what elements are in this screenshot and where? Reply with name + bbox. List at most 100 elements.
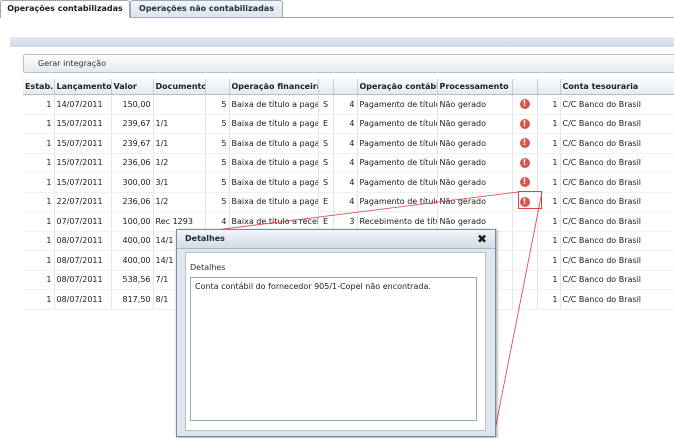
cell-conta-tesouraria: C/C Banco do Brasil	[560, 172, 674, 193]
generate-integration-button[interactable]: Gerar integração	[38, 55, 106, 72]
cell-documento: 1/1	[153, 133, 206, 154]
cell-conta-tesouraria: C/C Banco do Brasil	[560, 211, 674, 232]
cell-operacao-financeira: Baixa de título a pagar	[229, 172, 319, 193]
cell-tipo: S	[318, 94, 334, 115]
cell-conta-num: 1	[537, 172, 561, 193]
cell-processamento: Não gerado	[437, 94, 513, 115]
cell-valor: 239,67	[111, 114, 154, 134]
cell-processamento: Não gerado	[437, 172, 513, 193]
cell-lancamento: 08/07/2011	[54, 270, 112, 290]
cell-num2: 4	[333, 94, 358, 115]
cell-valor: 236,06	[111, 153, 154, 173]
column-header[interactable]	[318, 79, 334, 95]
cell-status	[512, 270, 538, 290]
cell-conta-tesouraria: C/C Banco do Brasil	[560, 270, 674, 290]
dialog-title: Detalhes	[185, 234, 225, 243]
tab-bar: Operações contabilizadas Operações não c…	[0, 0, 674, 18]
error-icon[interactable]: !	[519, 177, 530, 188]
header-band	[10, 37, 674, 47]
error-icon[interactable]: !	[519, 118, 530, 129]
cell-num: 5	[205, 172, 230, 193]
cell-conta-tesouraria: C/C Banco do Brasil	[560, 94, 674, 115]
error-icon[interactable]: !	[519, 138, 530, 149]
cell-valor: 150,00	[111, 94, 154, 115]
cell-lancamento: 15/07/2011	[54, 172, 112, 193]
cell-conta-tesouraria: C/C Banco do Brasil	[560, 289, 674, 310]
cell-status	[512, 211, 538, 232]
cell-num2: 4	[333, 153, 358, 173]
cell-estab: 1	[23, 153, 55, 173]
cell-operacao-contabil: Pagamento de títulos	[357, 114, 438, 134]
cell-status	[512, 231, 538, 251]
error-icon[interactable]: !	[519, 157, 530, 168]
cell-lancamento: 22/07/2011	[54, 192, 112, 212]
details-textarea[interactable]: Conta contábil do fornecedor 905/1-Copel…	[190, 277, 477, 421]
cell-operacao-contabil: Pagamento de títulos	[357, 133, 438, 154]
column-header[interactable]: Operação contábil	[357, 79, 438, 95]
cell-estab: 1	[23, 289, 55, 310]
dialog-titlebar[interactable]: Detalhes ✖	[177, 230, 495, 249]
cell-valor: 300,00	[111, 172, 154, 193]
table-row[interactable]: 1 15/07/2011 239,67 1/1 5 Baixa de título a p…	[23, 114, 674, 134]
cell-num2: 4	[333, 192, 358, 212]
cell-lancamento: 08/07/2011	[54, 250, 112, 271]
cell-num2: 4	[333, 172, 358, 193]
cell-valor: 100,00	[111, 211, 154, 232]
column-header[interactable]: Valor	[111, 79, 154, 95]
cell-num: 5	[205, 94, 230, 115]
cell-status: !	[512, 114, 538, 134]
cell-documento: 1/2	[153, 192, 206, 212]
tab-operacoes-contabilizadas[interactable]: Operações contabilizadas	[0, 0, 130, 18]
cell-processamento: Não gerado	[437, 114, 513, 134]
error-icon[interactable]: !	[519, 99, 530, 110]
column-header[interactable]	[333, 79, 358, 95]
cell-status: !	[512, 94, 538, 115]
cell-conta-num: 1	[537, 114, 561, 134]
cell-operacao-financeira: Baixa de título a pagar	[229, 153, 319, 173]
cell-processamento: Não gerado	[437, 192, 513, 212]
column-header[interactable]: Operação financeira	[229, 79, 319, 95]
table-row[interactable]: 1 15/07/2011 236,06 1/2 5 Baixa de título a p…	[23, 153, 674, 173]
cell-status: !	[512, 153, 538, 173]
column-header[interactable]: Estab.	[23, 79, 55, 95]
cell-tipo: S	[318, 133, 334, 154]
cell-conta-num: 1	[537, 250, 561, 271]
cell-conta-tesouraria: C/C Banco do Brasil	[560, 250, 674, 271]
cell-estab: 1	[23, 133, 55, 154]
column-header[interactable]: Conta tesouraria	[560, 79, 674, 95]
table-row[interactable]: 1 15/07/2011 300,00 3/1 5 Baixa de título a p…	[23, 172, 674, 193]
cell-conta-num: 1	[537, 270, 561, 290]
cell-lancamento: 14/07/2011	[54, 94, 112, 115]
table-row[interactable]: 1 14/07/2011 150,00 5 Baixa de título a paga…	[23, 94, 674, 115]
column-header[interactable]: Processamento	[437, 79, 513, 95]
cell-estab: 1	[23, 192, 55, 212]
cell-documento	[153, 94, 206, 115]
cell-estab: 1	[23, 231, 55, 251]
column-header[interactable]: Documento	[153, 79, 206, 95]
cell-conta-num: 1	[537, 153, 561, 173]
cell-num2: 4	[333, 114, 358, 134]
table-row[interactable]: 1 15/07/2011 239,67 1/1 5 Baixa de título a p…	[23, 133, 674, 154]
column-header[interactable]	[537, 79, 561, 95]
column-header[interactable]	[205, 79, 230, 95]
cell-lancamento: 15/07/2011	[54, 114, 112, 134]
cell-documento: 1/1	[153, 114, 206, 134]
cell-valor: 400,00	[111, 250, 154, 271]
column-header[interactable]: Lançamento	[54, 79, 112, 95]
cell-estab: 1	[23, 172, 55, 193]
table-header-row: Estab. Lançamento Valor Documento Operação f…	[23, 79, 674, 95]
cell-estab: 1	[23, 114, 55, 134]
cell-tipo: S	[318, 153, 334, 173]
dialog-body: Detalhes Conta contábil do fornecedor 90…	[185, 252, 486, 431]
cell-valor: 239,67	[111, 133, 154, 154]
cell-lancamento: 08/07/2011	[54, 289, 112, 310]
tab-operacoes-nao-contabilizadas[interactable]: Operações não contabilizadas	[130, 0, 283, 17]
close-icon[interactable]: ✖	[477, 232, 487, 246]
cell-num: 5	[205, 153, 230, 173]
column-header[interactable]	[512, 79, 538, 95]
table-row[interactable]: 1 22/07/2011 236,06 1/2 5 Baixa de título a p…	[23, 192, 674, 212]
cell-valor: 817,50	[111, 289, 154, 310]
cell-estab: 1	[23, 250, 55, 271]
toolbar: Gerar integração	[23, 54, 674, 73]
cell-operacao-financeira: Baixa de título a pagar	[229, 192, 319, 212]
